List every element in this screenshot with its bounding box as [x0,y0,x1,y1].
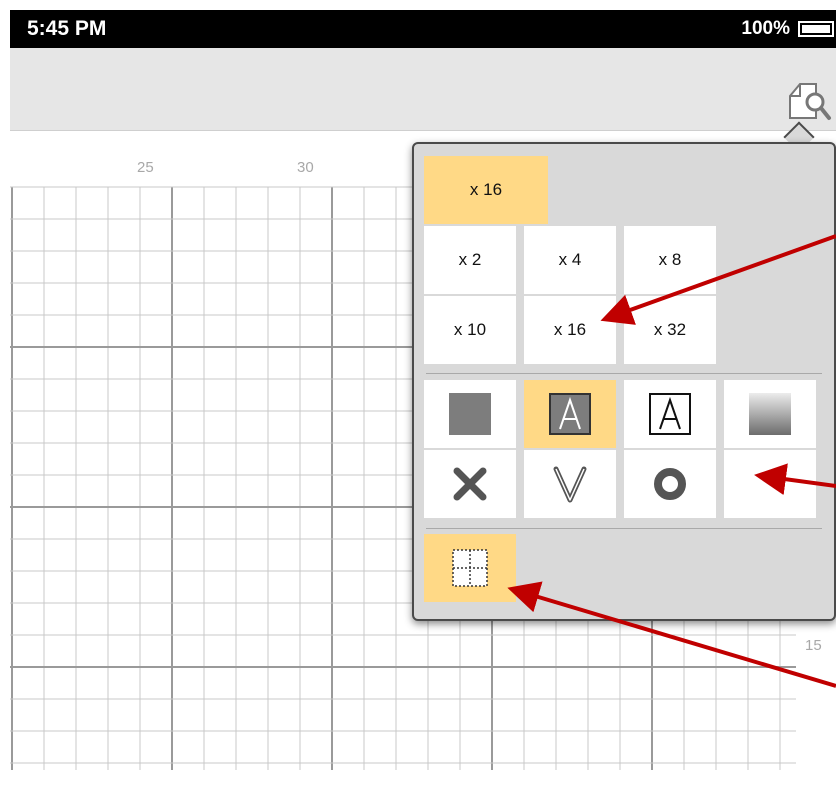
mark-empty-slot [724,450,816,518]
zoom-option-x16[interactable]: x 16 [524,296,616,364]
current-zoom-label: x 16 [469,180,503,199]
popover-divider [426,528,822,529]
zoom-label: x 32 [653,320,687,339]
x-mark-icon [453,467,487,501]
app-screen: 5:45 PM 100% 25 30 15 x 16 x 2 x 4 x 8 x… [10,10,836,770]
magnify-popover: x 16 x 2 x 4 x 8 x 10 x 16 x 32 [412,142,836,621]
v-mark-icon [553,466,587,503]
mark-v[interactable] [524,450,616,518]
ruler-label-15: 15 [805,637,822,654]
gradient-square-icon [749,393,791,435]
inverted-letter-a-icon [549,393,591,435]
zoom-option-x32[interactable]: x 32 [624,296,716,364]
grid-toggle-button[interactable] [424,534,516,602]
mark-circle[interactable] [624,450,716,518]
zoom-label: x 8 [658,250,682,269]
style-inverted-letter[interactable] [524,380,616,448]
zoom-option-x8[interactable]: x 8 [624,226,716,294]
document-zoom-icon[interactable] [786,80,832,124]
battery-percentage: 100% [741,18,790,39]
style-filled-square[interactable] [424,380,516,448]
zoom-label: x 10 [453,320,487,339]
zoom-option-x2[interactable]: x 2 [424,226,516,294]
ruler-label-25: 25 [137,159,154,176]
zoom-label: x 16 [553,320,587,339]
style-outlined-letter[interactable] [624,380,716,448]
outlined-letter-a-icon [649,393,691,435]
zoom-option-x4[interactable]: x 4 [524,226,616,294]
filled-square-icon [449,393,491,435]
zoom-label: x 2 [458,250,482,269]
style-gradient-square[interactable] [724,380,816,448]
battery-icon [798,21,834,37]
zoom-option-x10[interactable]: x 10 [424,296,516,364]
dotted-grid-icon [452,549,488,587]
zoom-label: x 4 [558,250,582,269]
status-time: 5:45 PM [27,17,107,40]
top-toolbar [10,48,836,131]
ruler-label-30: 30 [297,159,314,176]
current-zoom-button[interactable]: x 16 [424,156,548,224]
status-bar: 5:45 PM 100% [10,10,836,48]
popover-divider [426,373,822,374]
mark-x[interactable] [424,450,516,518]
circle-mark-icon [654,468,686,500]
